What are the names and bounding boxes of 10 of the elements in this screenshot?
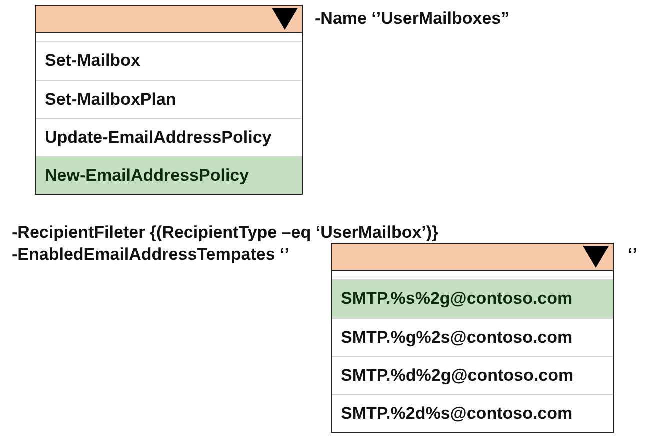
closing-quote-text: ‘’ [628, 244, 638, 265]
templates-label: -EnabledEmailAddressTempates ‘’ [12, 244, 290, 265]
dropdown-arrow-icon[interactable] [272, 8, 298, 30]
name-parameter-text: -Name ‘’UserMailboxes” [315, 9, 510, 29]
dropdown-option[interactable]: SMTP.%s%2g@contoso.com [332, 280, 613, 318]
dropdown-header[interactable] [36, 6, 302, 33]
dropdown-header[interactable] [332, 244, 613, 271]
dropdown-arrow-icon[interactable] [583, 246, 609, 268]
dropdown-option[interactable]: New-EmailAddressPolicy [36, 156, 302, 194]
recipient-filter-text: -RecipientFileter {(RecipientType –eq ‘UserMailbox’)} [12, 223, 440, 243]
